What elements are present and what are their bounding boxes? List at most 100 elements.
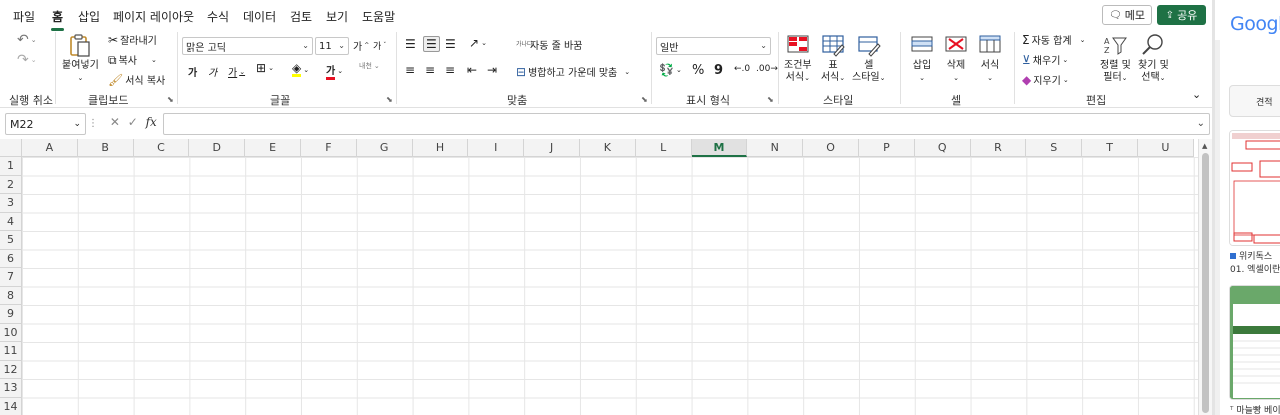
row-header-4[interactable]: 4 xyxy=(0,212,22,231)
orientation-button[interactable]: ↗ ⌄ xyxy=(469,37,487,49)
row-header-7[interactable]: 7 xyxy=(0,268,22,287)
column-header-e[interactable]: E xyxy=(245,139,301,157)
delete-cells-button[interactable]: 삭제 ⌄ xyxy=(943,32,969,84)
sort-filter-button[interactable]: A Z 정렬 및 필터⌄ xyxy=(1100,32,1131,84)
row-header-2[interactable]: 2 xyxy=(0,175,22,194)
result-source[interactable]: 위키독스 xyxy=(1230,249,1272,262)
row-header-5[interactable]: 5 xyxy=(0,231,22,250)
undo-icon[interactable]: ↶ ⌄ xyxy=(17,32,37,48)
row-header-10[interactable]: 10 xyxy=(0,323,22,342)
align-bottom-button[interactable]: ☰ xyxy=(445,38,456,50)
align-middle-button[interactable]: ☰ xyxy=(423,36,440,52)
row-header-8[interactable]: 8 xyxy=(0,286,22,305)
search-result-thumbnail-1[interactable]: 견적 xyxy=(1229,85,1280,117)
browser-scrollbar[interactable] xyxy=(1215,40,1220,415)
dialog-launcher-icon[interactable]: ⬊ xyxy=(167,95,174,104)
tab-review[interactable]: 검토 xyxy=(290,8,312,25)
row-header-12[interactable]: 12 xyxy=(0,360,22,379)
chevron-down-icon[interactable]: ⌄ xyxy=(1197,118,1205,129)
clear-button[interactable]: ◆ 지우기 ⌄ xyxy=(1022,72,1069,88)
row-header-14[interactable]: 14 xyxy=(0,397,22,415)
comma-style-button[interactable]: 9 xyxy=(714,63,723,78)
increase-decimal-button[interactable]: ←.0 xyxy=(734,64,750,74)
select-all-corner[interactable] xyxy=(0,139,22,157)
format-cells-button[interactable]: 서식 ⌄ xyxy=(977,32,1003,84)
tab-home[interactable]: 홈 xyxy=(50,8,65,31)
column-header-k[interactable]: K xyxy=(580,139,636,157)
wrap-text-button[interactable]: 가나다 자동 줄 바꿈 xyxy=(516,37,582,52)
column-header-q[interactable]: Q xyxy=(914,139,971,157)
column-header-f[interactable]: F xyxy=(301,139,357,157)
paste-button[interactable]: 붙여넣기 ⌄ xyxy=(62,32,99,84)
phonetic-button[interactable]: 내천 ⌄ xyxy=(359,61,380,71)
decrease-decimal-button[interactable]: .00→ xyxy=(756,64,778,74)
borders-button[interactable]: ⊞ ⌄ xyxy=(256,62,274,74)
number-format-combo[interactable]: 일반 ⌄ xyxy=(656,37,771,55)
align-top-button[interactable]: ☰ xyxy=(405,38,416,50)
fill-button[interactable]: ⊻ 채우기 ⌄ xyxy=(1022,52,1068,68)
tab-data[interactable]: 데이터 xyxy=(243,8,276,25)
cut-button[interactable]: ✂ 잘라내기 xyxy=(108,32,157,48)
result-caption-3[interactable]: ᵀ 마늘빵 베이 xyxy=(1230,403,1280,415)
conditional-formatting-button[interactable]: 조건부 서식⌄ xyxy=(784,32,812,84)
column-header-m[interactable]: M xyxy=(691,139,748,157)
increase-indent-button[interactable]: ⇥ xyxy=(487,64,497,76)
row-header-3[interactable]: 3 xyxy=(0,194,22,213)
row-header-9[interactable]: 9 xyxy=(0,305,22,324)
dialog-launcher-icon[interactable]: ⬊ xyxy=(386,95,393,104)
column-header-p[interactable]: P xyxy=(859,139,915,157)
percent-button[interactable]: % xyxy=(692,63,704,78)
fill-color-button[interactable]: ◈ ⌄ xyxy=(292,62,309,77)
memo-button[interactable]: 🗨 메모 xyxy=(1102,5,1152,25)
row-header-6[interactable]: 6 xyxy=(0,249,22,268)
column-header-j[interactable]: J xyxy=(524,139,580,157)
search-result-thumbnail-2[interactable] xyxy=(1229,130,1280,246)
tab-view[interactable]: 보기 xyxy=(326,8,348,25)
vertical-scrollbar[interactable]: ▲ xyxy=(1198,139,1212,415)
result-title[interactable]: 01. 엑셀이란 무 xyxy=(1230,262,1280,275)
format-painter-button[interactable]: 🖌 서식 복사 xyxy=(108,72,165,88)
dialog-launcher-icon[interactable]: ⬊ xyxy=(641,95,648,104)
search-result-thumbnail-3[interactable] xyxy=(1229,285,1280,400)
grow-font-button[interactable]: 가 ^ xyxy=(353,38,369,53)
column-header-s[interactable]: S xyxy=(1026,139,1083,157)
column-header-r[interactable]: R xyxy=(970,139,1027,157)
align-center-button[interactable]: ≡ xyxy=(425,64,435,76)
tab-help[interactable]: 도움말 xyxy=(362,8,395,25)
insert-function-button[interactable]: fx xyxy=(146,115,157,129)
bold-button[interactable]: 가 xyxy=(188,64,197,79)
column-header-t[interactable]: T xyxy=(1082,139,1138,157)
align-right-button[interactable]: ≡ xyxy=(445,64,455,76)
row-header-11[interactable]: 11 xyxy=(0,342,22,361)
merge-center-button[interactable]: ⊟ 병합하고 가운데 맞춤 ⌄ xyxy=(516,64,630,80)
underline-button[interactable]: 가 ⌄ xyxy=(228,64,245,80)
accounting-format-button[interactable]: 💱 ⌄ xyxy=(659,64,682,76)
name-box[interactable]: M22 ⌄ xyxy=(5,113,86,135)
align-left-button[interactable]: ≡ xyxy=(405,64,415,76)
shrink-font-button[interactable]: 가ˇ xyxy=(373,39,386,52)
column-header-i[interactable]: I xyxy=(468,139,525,157)
column-header-g[interactable]: G xyxy=(356,139,413,157)
column-header-l[interactable]: L xyxy=(635,139,692,157)
autosum-button[interactable]: Σ 자동 합계 ⌄ xyxy=(1022,32,1085,48)
font-size-combo[interactable]: 11 ⌄ xyxy=(315,37,349,55)
column-header-o[interactable]: O xyxy=(803,139,859,157)
column-header-h[interactable]: H xyxy=(412,139,469,157)
scrollbar-thumb[interactable] xyxy=(1202,153,1209,413)
dialog-launcher-icon[interactable]: ⬊ xyxy=(767,95,774,104)
column-header-u[interactable]: U xyxy=(1138,139,1194,157)
insert-cells-button[interactable]: 삽입 ⌄ xyxy=(909,32,935,84)
scroll-up-icon[interactable]: ▲ xyxy=(1202,142,1207,150)
italic-button[interactable]: 가 xyxy=(208,64,217,79)
tab-formulas[interactable]: 수식 xyxy=(207,8,229,25)
more-options-icon[interactable]: ⋮ xyxy=(88,118,98,129)
share-button[interactable]: ⇪ 공유 xyxy=(1157,5,1206,25)
column-header-a[interactable]: A xyxy=(22,139,78,157)
cell-styles-button[interactable]: 셀 스타일⌄ xyxy=(852,32,885,84)
column-header-d[interactable]: D xyxy=(189,139,246,157)
cancel-icon[interactable]: ✕ xyxy=(110,115,120,129)
row-header-1[interactable]: 1 xyxy=(0,157,22,176)
formula-input[interactable]: ⌄ xyxy=(163,113,1210,135)
tab-file[interactable]: 파일 xyxy=(13,8,35,25)
ribbon-collapse-icon[interactable]: ⌄ xyxy=(1192,88,1201,101)
